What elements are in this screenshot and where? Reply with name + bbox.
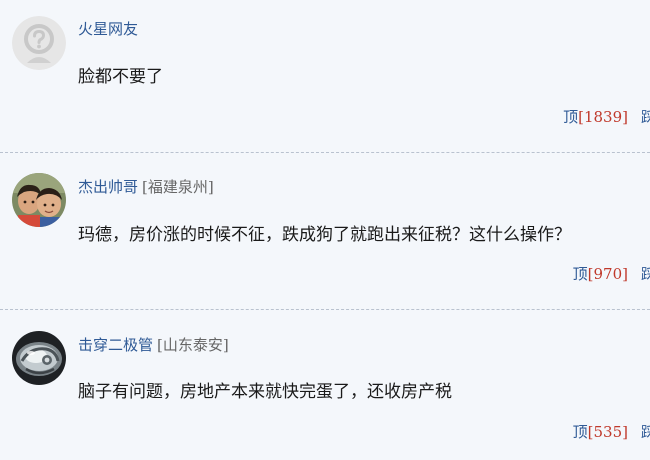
comment-user-line: 火星网友 bbox=[78, 18, 142, 39]
user-location: [福建泉州] bbox=[142, 178, 214, 196]
user-location: [山东泰安] bbox=[157, 336, 229, 354]
comment-text: 脑子有问题，房地产本来就快完蛋了，还收房产税 bbox=[78, 382, 452, 402]
username-link[interactable]: 击穿二极管 bbox=[78, 336, 153, 354]
upvote-count: [1839] bbox=[578, 108, 628, 126]
upvote-count: [970] bbox=[587, 265, 628, 283]
comment-user-line: 杰出帅哥 [福建泉州] bbox=[78, 176, 214, 197]
metal-emblem-photo-avatar[interactable] bbox=[12, 331, 66, 385]
upvote-label: 顶 bbox=[572, 423, 588, 441]
two-children-photo-avatar[interactable] bbox=[12, 173, 66, 227]
comment-text: 脸都不要了 bbox=[78, 67, 163, 87]
comment-list: 火星网友 脸都不要了 顶[1839] 踩 杰出帅哥 [福建泉州] 玛德，房价涨的… bbox=[0, 0, 650, 460]
default-user-avatar-icon[interactable] bbox=[12, 16, 66, 70]
upvote-button[interactable]: 顶[970] bbox=[573, 263, 628, 284]
downvote-button[interactable]: 踩 bbox=[641, 263, 650, 284]
username-link[interactable]: 杰出帅哥 bbox=[78, 178, 138, 196]
comment-user-line: 击穿二极管 [山东泰安] bbox=[78, 334, 229, 355]
upvote-label: 顶 bbox=[572, 265, 588, 283]
username-link[interactable]: 火星网友 bbox=[78, 20, 138, 38]
comment-text: 玛德，房价涨的时候不征，跌成狗了就跑出来征税？这什么操作？ bbox=[78, 225, 571, 245]
upvote-button[interactable]: 顶[1839] bbox=[563, 106, 628, 127]
upvote-button[interactable]: 顶[535] bbox=[573, 421, 628, 442]
comment-item: 火星网友 脸都不要了 顶[1839] 踩 bbox=[0, 0, 650, 152]
upvote-count: [535] bbox=[587, 423, 628, 441]
downvote-button[interactable]: 踩 bbox=[641, 421, 650, 442]
comment-item: 击穿二极管 [山东泰安] 脑子有问题，房地产本来就快完蛋了，还收房产税 顶[535… bbox=[0, 310, 650, 460]
downvote-button[interactable]: 踩 bbox=[641, 106, 650, 127]
comment-item: 杰出帅哥 [福建泉州] 玛德，房价涨的时候不征，跌成狗了就跑出来征税？这什么操作？… bbox=[0, 153, 650, 309]
upvote-label: 顶 bbox=[563, 108, 579, 126]
